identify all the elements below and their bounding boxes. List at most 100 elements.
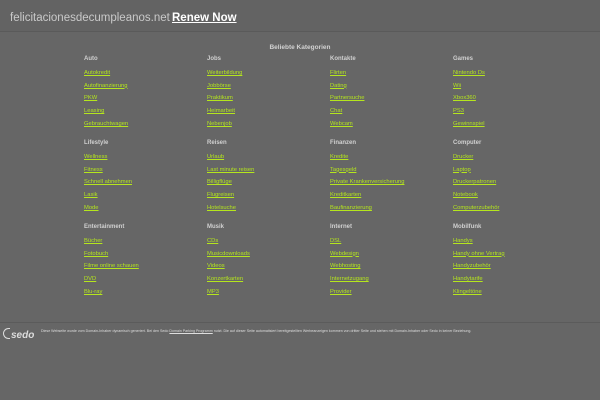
- category-link-list: DSL Webdesign Webhosting Internetzugang …: [330, 236, 453, 299]
- category-link[interactable]: Handy ohne Vertrag: [453, 251, 505, 257]
- category-link[interactable]: Nebenjob: [207, 121, 232, 127]
- category-link-list: Handys Handy ohne Vertrag Handyzubehör H…: [453, 236, 576, 299]
- category-link[interactable]: Dating: [330, 83, 347, 89]
- category-heading: Computer: [453, 140, 482, 146]
- category-link[interactable]: Wii: [453, 83, 461, 89]
- category-link-list: Bücher Fotobuch Filme online schauen DVD…: [84, 236, 207, 299]
- category-link[interactable]: Klingeltöne: [453, 289, 482, 295]
- category-link[interactable]: Webdesign: [330, 251, 359, 257]
- category-link-list: Nintendo Ds Wii Xbox360 PS3 Gewinnspiel: [453, 68, 576, 131]
- category-link[interactable]: Filme online schauen: [84, 263, 139, 269]
- category-link[interactable]: Musicdownloads: [207, 251, 250, 257]
- category-link[interactable]: Chat: [330, 108, 342, 114]
- category-link[interactable]: Laptop: [453, 167, 471, 173]
- category-link[interactable]: Fitness: [84, 167, 103, 173]
- category-link[interactable]: Provider: [330, 289, 352, 295]
- category-link[interactable]: PKW: [84, 95, 97, 101]
- category-link[interactable]: CDs: [207, 238, 218, 244]
- category-reisen: Reisen Urlaub Last minute reisen Billigf…: [207, 139, 330, 223]
- category-link[interactable]: Heimarbeit: [207, 108, 235, 114]
- category-heading: Jobs: [207, 56, 222, 62]
- footer-divider: [0, 322, 600, 323]
- category-link[interactable]: Druckerpatronen: [453, 179, 496, 185]
- category-link[interactable]: Wellness: [84, 154, 107, 160]
- category-link[interactable]: Konzertkarten: [207, 276, 243, 282]
- category-heading: Reisen: [207, 140, 227, 146]
- category-link[interactable]: Last minute reisen: [207, 167, 254, 173]
- category-link[interactable]: Flugreisen: [207, 192, 234, 198]
- disclaimer-text-before: Diese Webseite wurde vom Domain-Inhaber …: [41, 329, 169, 333]
- category-link[interactable]: Webcam: [330, 121, 353, 127]
- category-link[interactable]: Handys: [453, 238, 473, 244]
- category-link[interactable]: Computerzubehör: [453, 205, 499, 211]
- sedo-logo[interactable]: sedo: [3, 328, 35, 341]
- category-link[interactable]: Internetzugang: [330, 276, 369, 282]
- domain-parking-link[interactable]: Domain Parking Programm: [169, 329, 212, 333]
- category-link[interactable]: Flirten: [330, 70, 346, 76]
- category-link[interactable]: Bücher: [84, 238, 102, 244]
- category-link[interactable]: Urlaub: [207, 154, 224, 160]
- category-link[interactable]: Xbox360: [453, 95, 476, 101]
- category-computer: Computer Drucker Laptop Druckerpatronen …: [453, 139, 576, 223]
- sedo-logo-text: sedo: [11, 330, 35, 341]
- category-link[interactable]: Nintendo Ds: [453, 70, 485, 76]
- category-heading: Finanzen: [330, 140, 357, 146]
- category-link[interactable]: MP3: [207, 289, 219, 295]
- category-link[interactable]: Tagesgeld: [330, 167, 356, 173]
- sedo-swoosh-icon: [3, 328, 10, 339]
- category-link[interactable]: Gewinnspiel: [453, 121, 485, 127]
- category-lifestyle: Lifestyle Wellness Fitness Schnell abneh…: [84, 139, 207, 223]
- category-link[interactable]: Webhosting: [330, 263, 361, 269]
- category-link[interactable]: DVD: [84, 276, 96, 282]
- category-link[interactable]: Blu-ray: [84, 289, 102, 295]
- category-link[interactable]: Kreditkarten: [330, 192, 361, 198]
- category-link[interactable]: Drucker: [453, 154, 473, 160]
- category-link[interactable]: Weiterbildung: [207, 70, 242, 76]
- category-link[interactable]: Billigflüge: [207, 179, 232, 185]
- category-link[interactable]: PS3: [453, 108, 464, 114]
- category-link[interactable]: Lasik: [84, 192, 98, 198]
- category-link[interactable]: Leasing: [84, 108, 104, 114]
- category-link[interactable]: Handytarife: [453, 276, 483, 282]
- category-heading: Lifestyle: [84, 140, 109, 146]
- category-link[interactable]: Handyzubehör: [453, 263, 491, 269]
- category-games: Games Nintendo Ds Wii Xbox360 PS3 Gewinn…: [453, 55, 576, 139]
- category-link[interactable]: Praktikum: [207, 95, 233, 101]
- category-link[interactable]: DSL: [330, 238, 341, 244]
- category-heading: Musik: [207, 224, 225, 230]
- category-link[interactable]: Mode: [84, 205, 99, 211]
- category-link-list: Kredite Tagesgeld Private Krankenversich…: [330, 152, 453, 215]
- category-row: Lifestyle Wellness Fitness Schnell abneh…: [84, 139, 584, 223]
- category-row: Auto Autokredit Autofinanzierung PKW Lea…: [84, 55, 584, 139]
- renew-now-link[interactable]: Renew Now: [172, 12, 237, 24]
- category-link[interactable]: Baufinanzierung: [330, 205, 372, 211]
- category-link[interactable]: Kredite: [330, 154, 348, 160]
- category-link-list: Wellness Fitness Schnell abnehmen Lasik …: [84, 152, 207, 215]
- disclaimer-text-after: nutzt. Die auf dieser Seite automatisier…: [213, 329, 472, 333]
- category-jobs: Jobs Weiterbildung Jobbörse Praktikum He…: [207, 55, 330, 139]
- category-link-list: Weiterbildung Jobbörse Praktikum Heimarb…: [207, 68, 330, 131]
- category-link[interactable]: Autofinanzierung: [84, 83, 128, 89]
- category-link-list: Autokredit Autofinanzierung PKW Leasing …: [84, 68, 207, 131]
- category-heading: Entertainment: [84, 224, 125, 230]
- category-link[interactable]: Videos: [207, 263, 225, 269]
- domain-name: felicitacionesdecumpleanos.net: [10, 12, 170, 24]
- category-heading: Internet: [330, 224, 353, 230]
- category-link[interactable]: Fotobuch: [84, 251, 108, 257]
- category-link-list: Flirten Dating Partnersuche Chat Webcam: [330, 68, 453, 131]
- category-link[interactable]: Hotelsuche: [207, 205, 236, 211]
- category-mobilfunk: Mobilfunk Handys Handy ohne Vertrag Hand…: [453, 223, 576, 307]
- category-link[interactable]: Gebrauchtwagen: [84, 121, 128, 127]
- category-internet: Internet DSL Webdesign Webhosting Intern…: [330, 223, 453, 307]
- category-musik: Musik CDs Musicdownloads Videos Konzertk…: [207, 223, 330, 307]
- top-bar: felicitacionesdecumpleanos.net Renew Now: [0, 0, 600, 32]
- category-row: Entertainment Bücher Fotobuch Filme onli…: [84, 223, 584, 307]
- category-link[interactable]: Jobbörse: [207, 83, 231, 89]
- category-link[interactable]: Schnell abnehmen: [84, 179, 132, 185]
- category-link[interactable]: Notebook: [453, 192, 478, 198]
- category-heading: Auto: [84, 56, 98, 62]
- category-link[interactable]: Partnersuche: [330, 95, 364, 101]
- category-kontakte: Kontakte Flirten Dating Partnersuche Cha…: [330, 55, 453, 139]
- category-link[interactable]: Private Krankenversicherung: [330, 179, 404, 185]
- category-link[interactable]: Autokredit: [84, 70, 110, 76]
